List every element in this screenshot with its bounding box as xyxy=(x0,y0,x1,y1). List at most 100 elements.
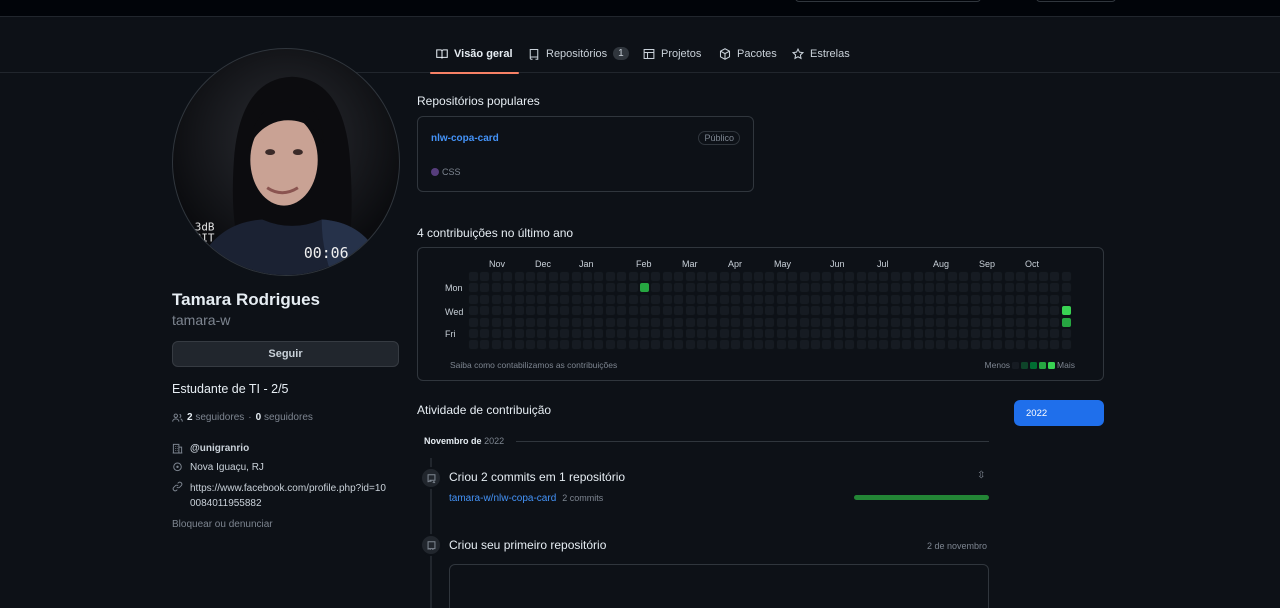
contribution-day-cell[interactable] xyxy=(684,328,696,339)
contribution-day-cell[interactable] xyxy=(673,328,685,339)
contribution-day-cell[interactable] xyxy=(935,316,947,328)
contribution-day-cell[interactable] xyxy=(946,316,958,328)
contribution-day-cell[interactable] xyxy=(878,305,890,317)
contribution-day-cell[interactable] xyxy=(525,339,536,351)
contribution-day-cell[interactable] xyxy=(832,305,844,317)
contribution-day-cell[interactable] xyxy=(981,305,992,317)
contribution-day-cell[interactable] xyxy=(1003,271,1015,282)
contribution-day-cell[interactable] xyxy=(718,305,730,317)
contribution-day-cell[interactable] xyxy=(696,293,707,305)
contribution-day-cell[interactable] xyxy=(844,339,856,351)
contribution-day-cell[interactable] xyxy=(661,293,673,305)
follow-button[interactable]: Seguir xyxy=(172,341,399,367)
contribution-day-cell[interactable] xyxy=(935,282,947,294)
contribution-day-cell[interactable] xyxy=(684,293,696,305)
contribution-day-cell[interactable] xyxy=(1038,282,1049,294)
contribution-day-cell[interactable] xyxy=(559,282,571,294)
contribution-day-cell[interactable] xyxy=(821,293,833,305)
contribution-day-cell[interactable] xyxy=(513,316,525,328)
contribution-day-cell[interactable] xyxy=(639,282,650,294)
contribution-day-cell[interactable] xyxy=(855,271,867,282)
contribution-day-cell[interactable] xyxy=(479,339,491,351)
contribution-day-cell[interactable] xyxy=(798,293,810,305)
contribution-day-cell[interactable] xyxy=(1003,328,1015,339)
contribution-day-cell[interactable] xyxy=(958,293,970,305)
contribution-day-cell[interactable] xyxy=(627,282,639,294)
contribution-day-cell[interactable] xyxy=(1049,339,1061,351)
contribution-day-cell[interactable] xyxy=(582,282,593,294)
contribution-day-cell[interactable] xyxy=(889,316,901,328)
contribution-day-cell[interactable] xyxy=(787,339,799,351)
tab-repositories[interactable]: Repositórios 1 xyxy=(528,34,629,73)
contribution-day-cell[interactable] xyxy=(730,316,742,328)
contribution-day-cell[interactable] xyxy=(992,339,1004,351)
contribution-day-cell[interactable] xyxy=(889,339,901,351)
contribution-day-cell[interactable] xyxy=(878,282,890,294)
contribution-day-cell[interactable] xyxy=(741,293,753,305)
contribution-day-cell[interactable] xyxy=(969,282,981,294)
contribution-day-cell[interactable] xyxy=(479,328,491,339)
contribution-day-cell[interactable] xyxy=(707,271,719,282)
contribution-day-cell[interactable] xyxy=(1015,305,1027,317)
contribution-day-cell[interactable] xyxy=(787,271,799,282)
contribution-day-cell[interactable] xyxy=(867,293,878,305)
contribution-day-cell[interactable] xyxy=(878,271,890,282)
contribution-day-cell[interactable] xyxy=(992,328,1004,339)
contribution-day-cell[interactable] xyxy=(1015,328,1027,339)
contribution-day-cell[interactable] xyxy=(604,305,616,317)
contribution-day-cell[interactable] xyxy=(1003,293,1015,305)
contribution-day-cell[interactable] xyxy=(946,305,958,317)
contribution-day-cell[interactable] xyxy=(616,316,628,328)
contribution-day-cell[interactable] xyxy=(718,316,730,328)
contribution-day-cell[interactable] xyxy=(764,293,776,305)
contribution-day-cell[interactable] xyxy=(855,328,867,339)
contribution-day-cell[interactable] xyxy=(490,328,502,339)
contribution-day-cell[interactable] xyxy=(1003,316,1015,328)
contribution-day-cell[interactable] xyxy=(924,293,935,305)
contribution-day-cell[interactable] xyxy=(582,328,593,339)
contribution-day-cell[interactable] xyxy=(992,305,1004,317)
contribution-day-cell[interactable] xyxy=(832,293,844,305)
contribution-day-cell[interactable] xyxy=(627,271,639,282)
contribution-day-cell[interactable] xyxy=(844,305,856,317)
contribution-day-cell[interactable] xyxy=(969,293,981,305)
contribution-day-cell[interactable] xyxy=(912,271,924,282)
contribution-day-cell[interactable] xyxy=(525,328,536,339)
contribution-day-cell[interactable] xyxy=(490,271,502,282)
contribution-day-cell[interactable] xyxy=(502,293,514,305)
header-search-input[interactable] xyxy=(795,0,981,2)
contribution-day-cell[interactable] xyxy=(1060,328,1072,339)
contribution-day-cell[interactable] xyxy=(547,316,559,328)
contribution-day-cell[interactable] xyxy=(901,305,913,317)
contribution-day-cell[interactable] xyxy=(707,305,719,317)
contribution-day-cell[interactable] xyxy=(536,328,548,339)
fold-icon[interactable]: ⇳ xyxy=(977,470,985,481)
contribution-day-cell[interactable] xyxy=(730,305,742,317)
contribution-day-cell[interactable] xyxy=(639,271,650,282)
contribution-day-cell[interactable] xyxy=(696,282,707,294)
year-2022-button[interactable]: 2022 xyxy=(1014,400,1104,426)
contribution-day-cell[interactable] xyxy=(650,316,662,328)
contribution-day-cell[interactable] xyxy=(1060,316,1072,328)
contribution-day-cell[interactable] xyxy=(718,328,730,339)
contribution-day-cell[interactable] xyxy=(661,328,673,339)
contribution-day-cell[interactable] xyxy=(582,316,593,328)
contribution-day-cell[interactable] xyxy=(935,271,947,282)
contribution-day-cell[interactable] xyxy=(981,282,992,294)
contribution-day-cell[interactable] xyxy=(547,305,559,317)
contribution-day-cell[interactable] xyxy=(958,282,970,294)
contribution-day-cell[interactable] xyxy=(684,316,696,328)
contribution-day-cell[interactable] xyxy=(661,316,673,328)
contribution-day-cell[interactable] xyxy=(502,339,514,351)
contribution-day-cell[interactable] xyxy=(958,339,970,351)
contribution-day-cell[interactable] xyxy=(741,271,753,282)
contribution-day-cell[interactable] xyxy=(775,293,787,305)
contribution-day-cell[interactable] xyxy=(627,305,639,317)
contribution-day-cell[interactable] xyxy=(718,339,730,351)
contribution-day-cell[interactable] xyxy=(502,271,514,282)
contribution-day-cell[interactable] xyxy=(1015,316,1027,328)
contribution-day-cell[interactable] xyxy=(889,328,901,339)
contribution-day-cell[interactable] xyxy=(753,282,764,294)
contribution-day-cell[interactable] xyxy=(684,282,696,294)
contribution-day-cell[interactable] xyxy=(912,293,924,305)
